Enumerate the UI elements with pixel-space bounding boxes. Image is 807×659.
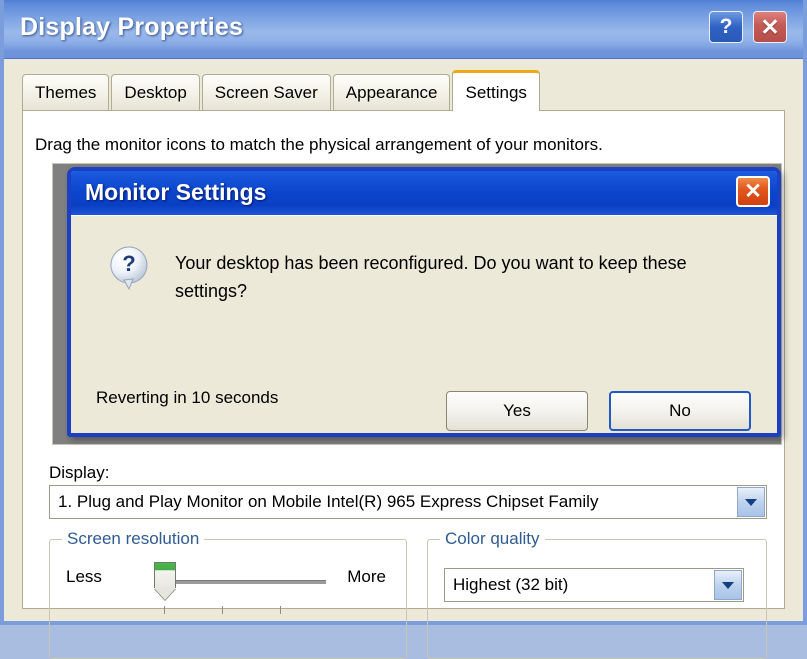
slider-tick bbox=[280, 606, 281, 614]
svg-text:?: ? bbox=[122, 251, 135, 276]
tab-screen-saver[interactable]: Screen Saver bbox=[201, 74, 331, 111]
question-mark-icon: ? bbox=[110, 246, 148, 291]
tab-themes[interactable]: Themes bbox=[22, 74, 110, 111]
chevron-down-icon[interactable] bbox=[714, 570, 742, 600]
color-quality-title: Color quality bbox=[440, 529, 545, 549]
window-title: Display Properties bbox=[20, 13, 244, 41]
dialog-close-icon[interactable]: ✕ bbox=[736, 176, 770, 207]
color-quality-select[interactable]: Highest (32 bit) bbox=[444, 568, 744, 602]
tab-desktop[interactable]: Desktop bbox=[111, 74, 200, 111]
close-icon[interactable]: ✕ bbox=[753, 11, 787, 43]
dialog-body: ? Your desktop has been reconfigured. Do… bbox=[71, 215, 777, 433]
dialog-title: Monitor Settings bbox=[85, 179, 267, 205]
resolution-slider-track[interactable] bbox=[166, 580, 326, 584]
screen-resolution-group: Screen resolution Less More bbox=[49, 529, 407, 659]
display-properties-window: Display Properties ? ✕ Themes Desktop Sc… bbox=[0, 0, 807, 659]
slider-tick bbox=[222, 606, 223, 614]
tab-strip: Themes Desktop Screen Saver Appearance S… bbox=[22, 70, 542, 111]
yes-button[interactable]: Yes bbox=[446, 391, 588, 431]
window-titlebar: Display Properties ? ✕ bbox=[4, 0, 803, 59]
screen-resolution-title: Screen resolution bbox=[62, 529, 205, 549]
help-icon[interactable]: ? bbox=[709, 11, 743, 43]
color-quality-value: Highest (32 bit) bbox=[453, 575, 569, 594]
color-quality-group: Color quality Highest (32 bit) bbox=[427, 529, 767, 659]
dialog-titlebar: Monitor Settings ✕ bbox=[71, 171, 777, 215]
close-icon-glyph: ✕ bbox=[760, 14, 780, 40]
display-select[interactable]: 1. Plug and Play Monitor on Mobile Intel… bbox=[49, 485, 767, 519]
display-label: Display: bbox=[49, 463, 110, 482]
monitor-settings-dialog: Monitor Settings ✕ ? Your desktop has be… bbox=[67, 167, 781, 437]
resolution-slider-thumb[interactable] bbox=[154, 562, 176, 602]
revert-countdown-text: Reverting in 10 seconds bbox=[96, 388, 279, 407]
tab-settings[interactable]: Settings bbox=[452, 70, 540, 111]
display-select-value: 1. Plug and Play Monitor on Mobile Intel… bbox=[58, 492, 599, 511]
drag-hint-text: Drag the monitor icons to match the phys… bbox=[35, 135, 603, 154]
dialog-message: Your desktop has been reconfigured. Do y… bbox=[175, 253, 687, 301]
resolution-less-label: Less bbox=[66, 567, 102, 586]
slider-tick bbox=[164, 606, 165, 614]
no-button[interactable]: No bbox=[609, 391, 751, 431]
resolution-more-label: More bbox=[347, 567, 386, 586]
chevron-down-icon[interactable] bbox=[737, 487, 765, 517]
tab-appearance[interactable]: Appearance bbox=[332, 74, 451, 111]
